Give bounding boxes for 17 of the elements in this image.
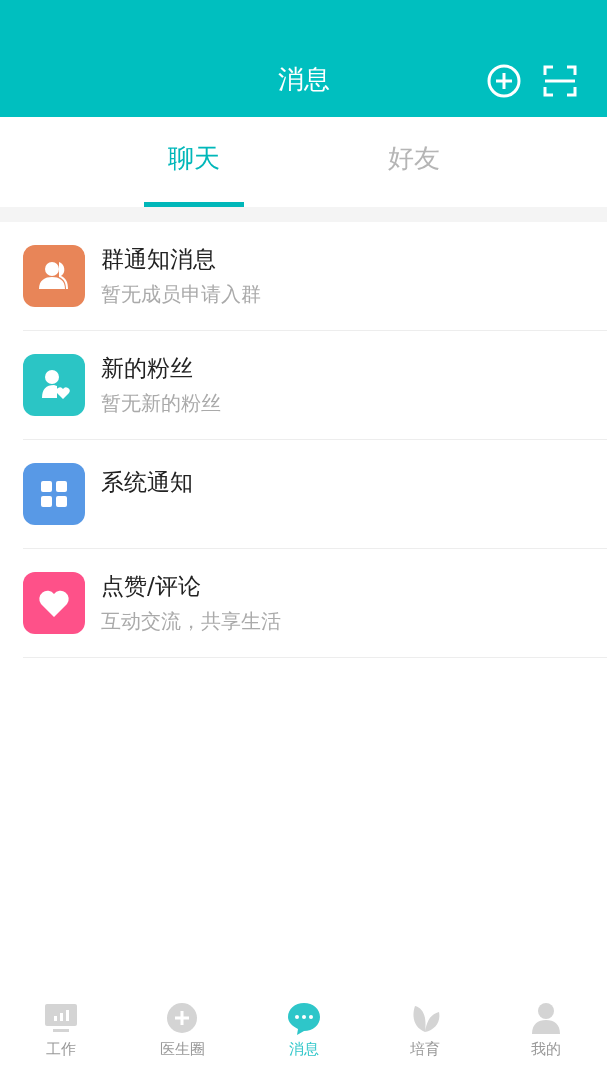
tab[interactable]: 好友 [363,117,464,207]
message-subtitle: 暂无新的粉丝 [101,390,221,417]
message-title: 群通知消息 [101,245,217,274]
message-title: 新的粉丝 [101,354,194,383]
message-title: 系统通知 [101,468,193,497]
nav-tab[interactable]: 我的 [485,990,607,1080]
nav-tab[interactable]: 医生圈 [121,990,243,1080]
nav-tab[interactable]: 消息 [242,990,365,1080]
add-icon[interactable] [487,64,521,98]
nav-tab[interactable]: 工作 [0,990,122,1080]
chat-bubble-icon [285,1000,322,1036]
nav-tab[interactable]: 培育 [364,990,486,1080]
scan-icon[interactable] [543,64,577,98]
message-subtitle: 暂无成员申请入群 [101,281,261,308]
message-subtitle: 互动交流，共享生活 [101,608,281,635]
page-title: 消息 [277,63,330,96]
message-title: 点赞/评论 [101,572,202,601]
